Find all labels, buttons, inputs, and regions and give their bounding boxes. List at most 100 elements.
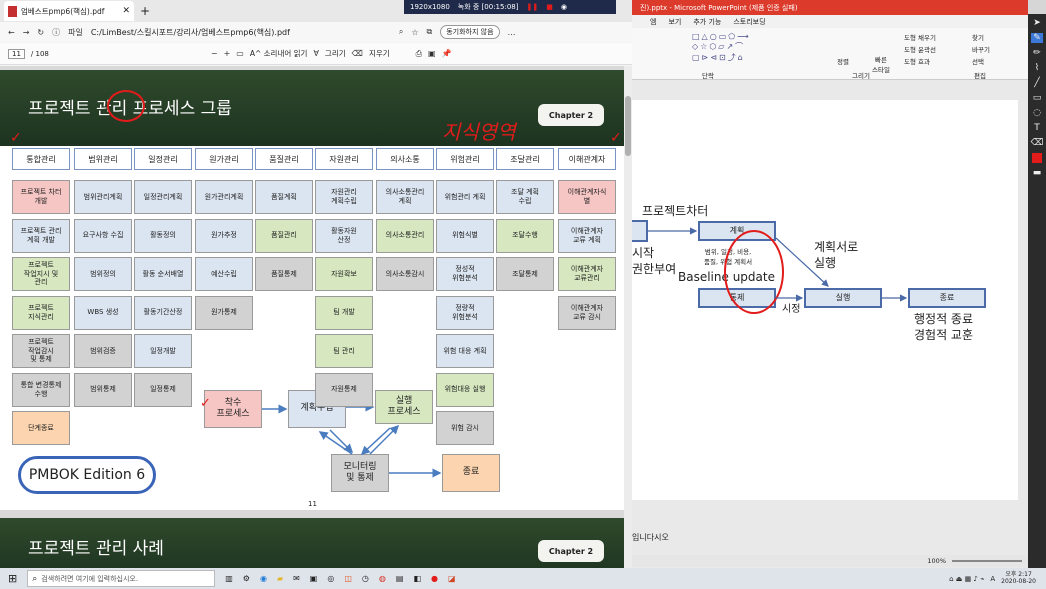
- refresh-icon[interactable]: ↻: [37, 28, 44, 37]
- process-cell: 일정통제: [134, 372, 192, 407]
- grid-header: 품질관리: [255, 148, 313, 170]
- color-red-icon[interactable]: [1032, 153, 1042, 163]
- back-icon[interactable]: ←: [8, 28, 15, 37]
- process-cell: 요구사항 수집: [74, 218, 132, 253]
- read-aloud-button[interactable]: A^ 소리내어 읽기: [250, 48, 308, 59]
- more-icon[interactable]: …: [508, 28, 516, 37]
- app-icon-2[interactable]: ▣: [310, 574, 318, 583]
- clear-tool-icon[interactable]: ⌫: [1031, 138, 1044, 148]
- draw-icon[interactable]: ∀: [313, 49, 318, 58]
- grid-header: 일정관리: [134, 148, 192, 170]
- process-cell: 자원통제: [315, 372, 373, 407]
- page-total: / 108: [30, 49, 49, 58]
- info-icon[interactable]: ⓘ: [52, 27, 60, 38]
- text-tool-icon[interactable]: T: [1034, 123, 1040, 133]
- shape-effect-button[interactable]: 도형 효과: [904, 56, 930, 66]
- save-icon[interactable]: ▣: [428, 49, 436, 58]
- grid-header: 원가관리: [195, 148, 253, 170]
- ppt-slide: 프로젝트차터 시작 권한부여 계획 범위, 일정, 비용, 품질, 위험 계획서…: [632, 100, 1018, 500]
- tray-icons[interactable]: ⌂ ⏏ ▦ ♪ ⌁: [949, 575, 984, 583]
- page-input[interactable]: 11: [8, 48, 25, 59]
- ppt-titlebar: 진).pptx - Microsoft PowerPoint (제품 인증 실패…: [632, 0, 1028, 15]
- office-icon[interactable]: ◫: [344, 574, 352, 583]
- slide2-title: 프로젝트 관리 사례: [28, 539, 164, 559]
- eraser-tool-icon[interactable]: ◌: [1033, 108, 1041, 118]
- line-tool-icon[interactable]: ╱: [1034, 78, 1039, 88]
- search-icon[interactable]: ⌕: [399, 27, 403, 37]
- fit-page-icon[interactable]: ▭: [236, 49, 244, 58]
- ppt-notes[interactable]: 입니다시오: [632, 532, 669, 543]
- stop-icon[interactable]: ■: [546, 3, 553, 11]
- shape-fill-button[interactable]: 도형 채우기: [904, 32, 936, 42]
- tab-view[interactable]: 보기: [668, 17, 681, 27]
- zoom-level: 100%: [927, 557, 946, 565]
- forward-icon[interactable]: →: [23, 28, 30, 37]
- ppt-statusbar: 100%: [632, 555, 1028, 567]
- shape-gallery[interactable]: □△○▭⬠⟶ ◇☆⬡▱↗⌒ ▢⊳⊲⊡⤴⌂: [692, 32, 822, 66]
- grid-header: 범위관리: [74, 148, 132, 170]
- tab-addins[interactable]: 추가 기능: [693, 17, 721, 27]
- app-icon-5[interactable]: ◧: [413, 574, 421, 583]
- app-icon-3[interactable]: ◎: [327, 574, 334, 583]
- pdf-page-2: 프로젝트 관리 사례 Chapter 2: [0, 518, 624, 568]
- browser-tab[interactable]: 엄베스트pmp6(핵심).pdf ✕: [4, 1, 134, 21]
- rect-tool-icon[interactable]: ▭: [1033, 93, 1042, 103]
- language-indicator[interactable]: A: [990, 575, 995, 583]
- record-icon[interactable]: ●: [431, 574, 438, 583]
- app-icon-4[interactable]: ◷: [362, 574, 369, 583]
- print-icon[interactable]: ⎙: [416, 49, 422, 59]
- start-icon[interactable]: ⊞: [8, 572, 17, 585]
- address-field[interactable]: C:/LimBest/스킬시포트/강리사/엄베스트pmp6(핵심).pdf: [91, 27, 391, 38]
- pin-icon[interactable]: 📌: [442, 49, 452, 58]
- erase-button[interactable]: 지우기: [369, 48, 390, 59]
- draw-button[interactable]: 그리기: [325, 48, 346, 59]
- pdf-toolbar: 11 / 108 − + ▭ A^ 소리내어 읽기 ∀ 그리기 ⌫ 지우기 ⎙ …: [0, 43, 632, 65]
- collections-icon[interactable]: ⧉: [427, 27, 433, 37]
- draw-palette: ➤ ✎ ✏ ⌇ ╱ ▭ ◌ T ⌫ ▬: [1028, 14, 1046, 568]
- sync-button[interactable]: 동기화하지 않음: [440, 25, 500, 39]
- replace-button[interactable]: 바꾸기: [972, 44, 990, 54]
- ppt-icon[interactable]: ◪: [448, 574, 456, 583]
- select-button[interactable]: 선택: [972, 56, 984, 66]
- ppt-title: 진).pptx - Microsoft PowerPoint (제품 인증 실패…: [640, 3, 798, 12]
- pause-icon[interactable]: ❚❚: [526, 3, 538, 11]
- arrange-button[interactable]: 정렬: [837, 56, 849, 66]
- process-cell: 프로젝트 관리 계획 개발: [12, 218, 70, 253]
- quick-style-button[interactable]: 빠른 스타일: [872, 54, 890, 74]
- app-icon-1[interactable]: ⚙: [243, 574, 250, 583]
- highlighter-tool-icon[interactable]: ⌇: [1035, 63, 1039, 73]
- process-cell: 프로젝트 작업지시 및 관리: [12, 257, 70, 291]
- explorer-icon[interactable]: ▰: [277, 574, 283, 583]
- tab-view-partial[interactable]: 엠: [650, 17, 656, 27]
- tab-storyboard[interactable]: 스토리보딩: [733, 17, 765, 27]
- close-tab-icon[interactable]: ✕: [122, 6, 130, 16]
- favorite-icon[interactable]: ☆: [411, 28, 418, 37]
- erase-icon[interactable]: ⌫: [352, 49, 363, 58]
- task-view-icon[interactable]: ▥: [225, 574, 233, 583]
- cursor-tool-icon[interactable]: ➤: [1033, 18, 1041, 28]
- zoom-in-icon[interactable]: +: [224, 49, 231, 58]
- pdf-viewport: 프로젝트 관리 프로세스 그룹 Chapter 2 지식영역 ✓ ✓ 착수 프로…: [0, 66, 624, 568]
- taskbar-search[interactable]: ⌕ 검색하려면 여기에 입력하십시오.: [27, 570, 216, 587]
- camera-icon[interactable]: ◉: [561, 3, 567, 11]
- edge-icon[interactable]: ◉: [260, 574, 267, 583]
- zoom-out-icon[interactable]: −: [211, 49, 218, 58]
- store-icon[interactable]: ▤: [396, 574, 404, 583]
- file-label: 파일: [68, 27, 83, 37]
- marker-tool-icon[interactable]: ✏: [1033, 48, 1041, 58]
- process-cell: 정성적 위험분석: [436, 257, 494, 291]
- size-icon[interactable]: ▬: [1033, 168, 1042, 178]
- new-tab-icon[interactable]: +: [140, 4, 150, 18]
- taskbar: ⊞ ⌕ 검색하려면 여기에 입력하십시오. ▥ ⚙ ◉ ▰ ✉ ▣ ◎ ◫ ◷ …: [0, 568, 1046, 589]
- grid-header: 자원관리: [315, 148, 373, 170]
- zoom-slider[interactable]: [952, 560, 1022, 562]
- process-cell: 팀 관리: [315, 334, 373, 368]
- mail-icon[interactable]: ✉: [293, 574, 300, 583]
- system-tray: ⌂ ⏏ ▦ ♪ ⌁ A 오후 2:17 2020-08-20: [949, 571, 1046, 586]
- clock-date[interactable]: 2020-08-20: [1001, 578, 1036, 586]
- find-button[interactable]: 찾기: [972, 32, 984, 42]
- chrome-icon[interactable]: ◍: [379, 574, 386, 583]
- pdf-scrollbar[interactable]: [624, 66, 632, 568]
- pen-tool-icon[interactable]: ✎: [1031, 33, 1043, 43]
- shape-outline-button[interactable]: 도형 윤곽선: [904, 44, 936, 54]
